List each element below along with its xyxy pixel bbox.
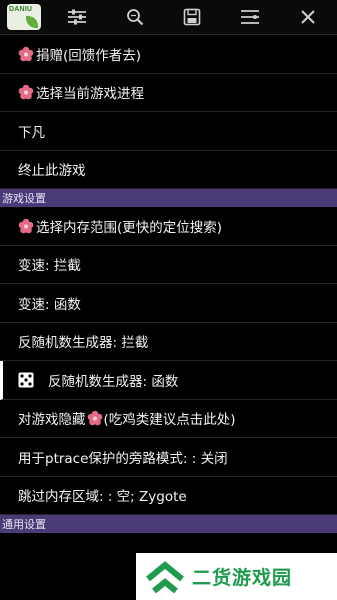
toolbar: DANIU	[0, 0, 337, 35]
list-settings-button[interactable]	[221, 0, 279, 34]
item-label: 反随机数生成器: 函数	[48, 373, 179, 390]
speedhack-intercept-item[interactable]: 变速: 拦截	[0, 246, 337, 284]
app-logo[interactable]: DANIU	[0, 0, 48, 34]
skip-memory-region-item[interactable]: 跳过内存区域: : 空; Zygote	[0, 477, 337, 515]
item-label-end: (吃鸡类建议点击此处)	[103, 412, 236, 429]
item-label: 跳过内存区域: : 空; Zygote	[18, 489, 187, 506]
dice-icon	[18, 372, 34, 388]
list-settings-icon	[241, 10, 260, 24]
item-label: 选择内存范围(更快的定位搜索)	[36, 219, 223, 236]
watermark-text: 二货游戏园	[192, 567, 293, 589]
flower-icon	[87, 410, 102, 426]
item-label-start: 对游戏隐藏	[18, 412, 86, 429]
select-process-item[interactable]: 选择当前游戏进程	[0, 74, 337, 112]
daniu-logo-icon: DANIU	[7, 4, 41, 30]
item-label: 变速: 函数	[18, 296, 81, 313]
search-button[interactable]	[106, 0, 164, 34]
sliders-button[interactable]	[48, 0, 106, 34]
item-label: 终止此游戏	[18, 163, 86, 180]
memory-range-item[interactable]: 选择内存范围(更快的定位搜索)	[0, 207, 337, 246]
anti-rng-intercept-item[interactable]: 反随机数生成器: 拦截	[0, 323, 337, 361]
item-label: 变速: 拦截	[18, 258, 81, 275]
item-label: 选择当前游戏进程	[36, 86, 144, 103]
watermark: 二货游戏园	[136, 553, 337, 600]
leaf-icon	[26, 16, 38, 28]
hide-from-game-item[interactable]: 对游戏隐藏 (吃鸡类建议点击此处)	[0, 400, 337, 438]
donate-item[interactable]: 捐赠(回馈作者去)	[0, 35, 337, 74]
close-button[interactable]	[279, 0, 337, 34]
section-header-general-settings: 通用设置	[0, 515, 337, 533]
flower-icon	[18, 84, 34, 100]
descend-item[interactable]: 下凡	[0, 112, 337, 151]
menu-list: 捐赠(回馈作者去) 选择当前游戏进程 下凡 终止此游戏 游戏设置 选择内存范围(…	[0, 35, 337, 533]
flower-icon	[18, 46, 34, 62]
save-icon	[184, 8, 201, 26]
speedhack-function-item[interactable]: 变速: 函数	[0, 284, 337, 323]
section-header-game-settings: 游戏设置	[0, 189, 337, 207]
save-button[interactable]	[164, 0, 222, 34]
item-label: 捐赠(回馈作者去)	[36, 47, 142, 64]
kill-game-item[interactable]: 终止此游戏	[0, 151, 337, 189]
item-label: 下凡	[18, 124, 45, 141]
ptrace-bypass-item[interactable]: 用于ptrace保护的旁路模式: : 关闭	[0, 438, 337, 477]
logo-text: DANIU	[9, 6, 33, 13]
search-icon	[126, 9, 143, 26]
close-icon	[301, 10, 315, 24]
anti-rng-function-item[interactable]: 反随机数生成器: 函数	[0, 361, 337, 400]
double-chevron-logo-icon	[146, 560, 184, 593]
item-label: 反随机数生成器: 拦截	[18, 335, 149, 352]
sliders-icon	[67, 9, 86, 25]
item-label: 用于ptrace保护的旁路模式: : 关闭	[18, 450, 228, 467]
flower-icon	[18, 218, 34, 234]
